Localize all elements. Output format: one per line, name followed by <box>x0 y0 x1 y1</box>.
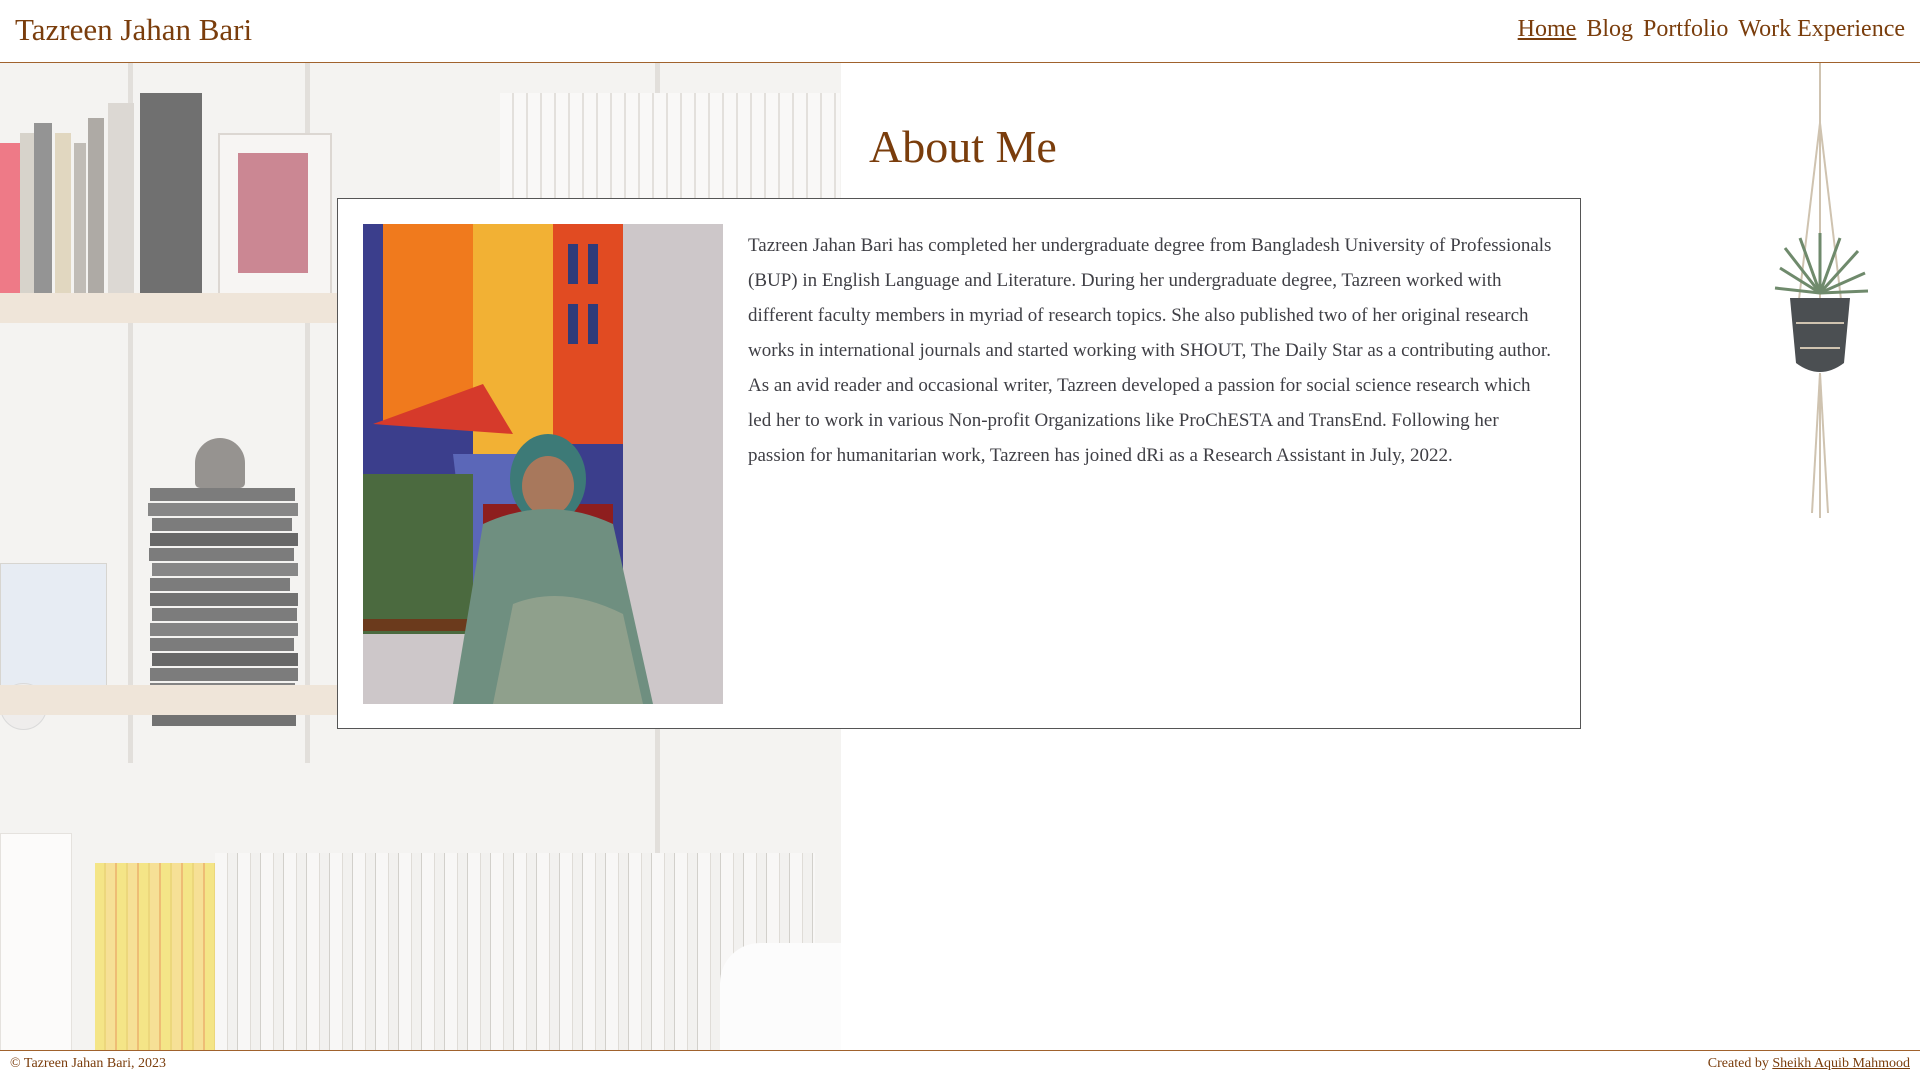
page-title: About Me <box>869 121 1057 172</box>
site-brand[interactable]: Tazreen Jahan Bari <box>15 12 252 48</box>
site-header: Tazreen Jahan Bari Home Blog Portfolio W… <box>0 0 1920 63</box>
nav-blog-link[interactable]: Blog <box>1586 16 1633 43</box>
profile-photo <box>363 224 723 704</box>
nav-portfolio-link[interactable]: Portfolio <box>1643 16 1728 43</box>
site-footer: © Tazreen Jahan Bari, 2023 Created by Sh… <box>0 1050 1920 1077</box>
bio-paragraph: Tazreen Jahan Bari has completed her und… <box>748 235 1552 466</box>
nav-work-experience-link[interactable]: Work Experience <box>1738 16 1905 43</box>
copyright-text: © Tazreen Jahan Bari, 2023 <box>10 1056 166 1071</box>
nav-home-link[interactable]: Home <box>1518 16 1577 43</box>
main-nav: Home Blog Portfolio Work Experience <box>1518 16 1905 43</box>
about-card: Tazreen Jahan Bari has completed her und… <box>337 198 1581 729</box>
credit-text: Created by Sheikh Aquib Mahmood <box>1708 1056 1910 1072</box>
hanging-plant-illustration <box>1774 63 1869 518</box>
credit-author-link[interactable]: Sheikh Aquib Mahmood <box>1772 1056 1910 1071</box>
credit-prefix: Created by <box>1707 1056 1769 1071</box>
